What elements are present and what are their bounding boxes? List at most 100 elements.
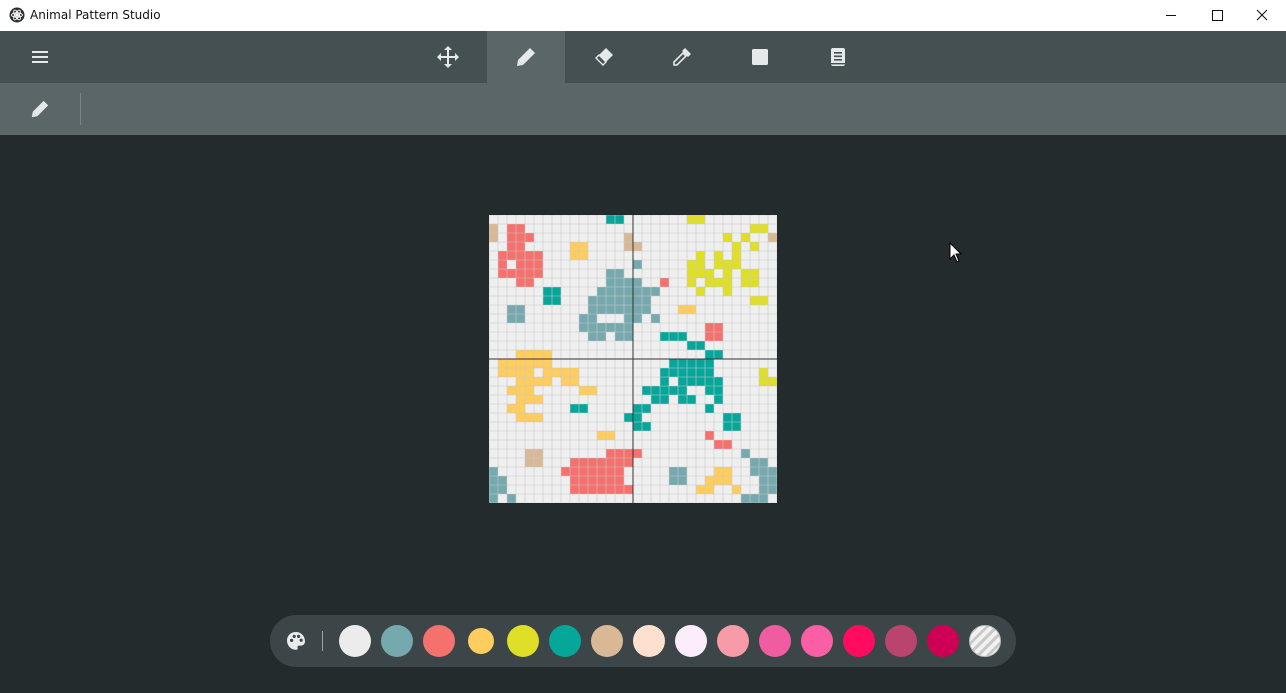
pattern-cell[interactable] xyxy=(669,467,678,476)
pattern-cell[interactable] xyxy=(516,251,525,260)
pattern-cell[interactable] xyxy=(750,494,759,503)
color-swatch[interactable] xyxy=(801,625,833,657)
pattern-cell[interactable] xyxy=(642,305,651,314)
pattern-cell[interactable] xyxy=(543,368,552,377)
pattern-cell[interactable] xyxy=(633,242,642,251)
pattern-cell[interactable] xyxy=(579,323,588,332)
drawing-canvas[interactable] xyxy=(0,135,1286,693)
pattern-cell[interactable] xyxy=(651,314,660,323)
pattern-cell[interactable] xyxy=(669,332,678,341)
pattern-cell[interactable] xyxy=(570,242,579,251)
pattern-cell[interactable] xyxy=(696,251,705,260)
pattern-cell[interactable] xyxy=(534,251,543,260)
tool-pencil[interactable] xyxy=(487,31,565,83)
pattern-cell[interactable] xyxy=(705,377,714,386)
pattern-cell[interactable] xyxy=(732,485,741,494)
pattern-cell[interactable] xyxy=(750,278,759,287)
pattern-cell[interactable] xyxy=(597,296,606,305)
pattern-cell[interactable] xyxy=(606,449,615,458)
pattern-cell[interactable] xyxy=(651,287,660,296)
pattern-cell[interactable] xyxy=(741,269,750,278)
swatch-empty[interactable] xyxy=(969,625,1001,657)
pattern-cell[interactable] xyxy=(633,296,642,305)
pattern-cell[interactable] xyxy=(624,332,633,341)
pattern-cell[interactable] xyxy=(516,359,525,368)
pattern-cell[interactable] xyxy=(489,467,498,476)
pattern-cell[interactable] xyxy=(588,476,597,485)
pattern-cell[interactable] xyxy=(669,476,678,485)
pattern-cell[interactable] xyxy=(768,485,777,494)
pattern-cell[interactable] xyxy=(525,359,534,368)
pattern-cell[interactable] xyxy=(723,278,732,287)
pattern-cell[interactable] xyxy=(768,467,777,476)
pattern-cell[interactable] xyxy=(507,269,516,278)
pattern-cell[interactable] xyxy=(552,287,561,296)
color-swatch[interactable] xyxy=(381,625,413,657)
pattern-cell[interactable] xyxy=(615,332,624,341)
pattern-cell[interactable] xyxy=(579,242,588,251)
pattern-cell[interactable] xyxy=(489,485,498,494)
pattern-cell[interactable] xyxy=(498,269,507,278)
pattern-cell[interactable] xyxy=(705,476,714,485)
pattern-cell[interactable] xyxy=(588,458,597,467)
pattern-cell[interactable] xyxy=(579,404,588,413)
pattern-cell[interactable] xyxy=(516,368,525,377)
pattern-cell[interactable] xyxy=(723,287,732,296)
pattern-cell[interactable] xyxy=(570,476,579,485)
pattern-cell[interactable] xyxy=(741,278,750,287)
pattern-grid[interactable] xyxy=(489,215,777,503)
pattern-cell[interactable] xyxy=(507,314,516,323)
pattern-cell[interactable] xyxy=(660,278,669,287)
pattern-cell[interactable] xyxy=(516,386,525,395)
pattern-cell[interactable] xyxy=(687,260,696,269)
pattern-cell[interactable] xyxy=(507,242,516,251)
pattern-cell[interactable] xyxy=(624,305,633,314)
pattern-cell[interactable] xyxy=(597,323,606,332)
pattern-cell[interactable] xyxy=(543,287,552,296)
pattern-cell[interactable] xyxy=(597,431,606,440)
pattern-cell[interactable] xyxy=(732,422,741,431)
pattern-cell[interactable] xyxy=(633,287,642,296)
pattern-cell[interactable] xyxy=(606,476,615,485)
pattern-cell[interactable] xyxy=(714,251,723,260)
pattern-cell[interactable] xyxy=(597,287,606,296)
pattern-cell[interactable] xyxy=(597,485,606,494)
pattern-cell[interactable] xyxy=(606,215,615,224)
pattern-cell[interactable] xyxy=(588,314,597,323)
pattern-cell[interactable] xyxy=(696,341,705,350)
pattern-cell[interactable] xyxy=(561,467,570,476)
pattern-cell[interactable] xyxy=(606,269,615,278)
pattern-cell[interactable] xyxy=(696,269,705,278)
pattern-cell[interactable] xyxy=(732,260,741,269)
pattern-cell[interactable] xyxy=(498,359,507,368)
pattern-cell[interactable] xyxy=(660,332,669,341)
pattern-cell[interactable] xyxy=(597,458,606,467)
color-swatch[interactable] xyxy=(717,625,749,657)
pattern-cell[interactable] xyxy=(687,269,696,278)
pattern-cell[interactable] xyxy=(525,449,534,458)
pattern-cell[interactable] xyxy=(633,305,642,314)
pattern-cell[interactable] xyxy=(678,332,687,341)
pattern-cell[interactable] xyxy=(687,377,696,386)
close-button[interactable] xyxy=(1240,0,1286,31)
pattern-cell[interactable] xyxy=(615,278,624,287)
pattern-cell[interactable] xyxy=(732,413,741,422)
pattern-cell[interactable] xyxy=(615,215,624,224)
pattern-cell[interactable] xyxy=(714,377,723,386)
pattern-cell[interactable] xyxy=(705,404,714,413)
pattern-cell[interactable] xyxy=(732,242,741,251)
pattern-cell[interactable] xyxy=(507,305,516,314)
pattern-cell[interactable] xyxy=(543,296,552,305)
pattern-cell[interactable] xyxy=(759,458,768,467)
palette-icon[interactable] xyxy=(285,630,307,652)
pattern-cell[interactable] xyxy=(543,377,552,386)
pattern-cell[interactable] xyxy=(579,467,588,476)
pattern-cell[interactable] xyxy=(489,494,498,503)
pattern-cell[interactable] xyxy=(642,287,651,296)
pattern-cell[interactable] xyxy=(570,458,579,467)
pattern-cell[interactable] xyxy=(507,224,516,233)
pattern-cell[interactable] xyxy=(525,233,534,242)
pattern-cell[interactable] xyxy=(525,395,534,404)
pattern-cell[interactable] xyxy=(525,278,534,287)
pattern-cell[interactable] xyxy=(606,287,615,296)
